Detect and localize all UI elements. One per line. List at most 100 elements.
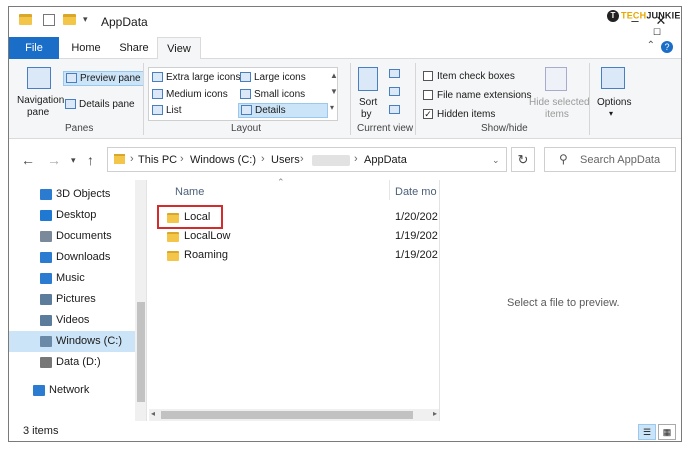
column-header-date[interactable]: Date mo [395,186,437,198]
details-option[interactable]: Details [238,103,328,118]
nav-item-data-d[interactable]: Data (D:) [9,352,135,373]
nav-item-pictures[interactable]: Pictures [9,289,135,310]
address-bar-row: ← → ▾ ↑ › This PC › Windows (C:) › Users… [9,140,681,180]
close-icon[interactable]: ✕ [651,13,671,29]
redacted-username[interactable] [312,155,350,166]
3d-objects-icon [40,189,52,200]
hidden-items-toggle[interactable]: ✓ Hidden items [423,109,495,120]
size-columns-icon[interactable] [389,105,400,114]
tab-file[interactable]: File [9,37,59,59]
nav-item-label: Downloads [56,251,111,263]
file-date: 1/20/202 [395,211,438,223]
details-pane-button[interactable]: Details pane [65,99,135,110]
gallery-down-icon[interactable]: ▼ [330,87,338,96]
large-icons-option[interactable]: Large icons [240,72,306,83]
scroll-left-icon[interactable]: ◂ [151,409,155,418]
add-columns-icon[interactable] [389,87,400,96]
refresh-icon[interactable]: ↻ [511,147,535,172]
title-bar: ▾ AppData T TECHJUNKIE – ☐ ✕ [9,7,681,37]
back-arrow-icon[interactable]: ← [21,152,35,168]
sort-by-button-line2[interactable]: by [361,109,372,120]
file-name-extensions-toggle[interactable]: File name extensions [423,90,532,101]
hide-selected-items-button[interactable]: Hide selected [529,97,590,108]
folder-icon [19,14,32,25]
item-check-boxes-checkbox[interactable] [423,71,433,82]
nav-item-music[interactable]: Music [9,268,135,289]
scroll-right-icon[interactable]: ▸ [433,409,437,418]
navigation-pane-button[interactable]: Navigation [17,95,64,106]
item-count: 3 items [23,425,59,437]
nav-item-desktop[interactable]: Desktop [9,205,135,226]
highlight-box-local [157,205,223,229]
options-button[interactable]: Options [597,97,631,108]
forward-arrow-icon[interactable]: → [47,152,61,168]
up-arrow-icon[interactable]: ↑ [87,152,94,168]
tab-share[interactable]: Share [113,37,155,59]
properties-icon[interactable] [43,14,55,26]
pictures-icon [40,294,52,305]
extra-large-icons-option[interactable]: Extra large icons [152,72,240,83]
ribbon-view: Navigation pane Preview pane Details pan… [9,59,681,139]
sort-by-button[interactable]: Sort [359,97,377,108]
large-icons-view-toggle-icon[interactable]: ▦ [658,424,676,440]
navigation-pane-icon [27,67,51,89]
nav-item-windows-c[interactable]: Windows (C:) [9,331,135,352]
separator [350,63,351,135]
options-dropdown-icon[interactable]: ▾ [609,109,613,118]
address-dropdown-icon[interactable]: ⌄ [492,155,500,166]
table-row[interactable]: LocalLow 1/19/202 [159,227,439,246]
column-header-name[interactable]: Name [175,186,204,198]
nav-item-documents[interactable]: Documents [9,226,135,247]
customize-quick-access-icon[interactable]: ▾ [83,14,97,28]
nav-scrollbar[interactable] [135,180,146,421]
nav-item-downloads[interactable]: Downloads [9,247,135,268]
details-view-icon [241,105,252,116]
item-check-boxes-toggle[interactable]: Item check boxes [423,71,515,82]
hide-selected-items-button-line2[interactable]: items [545,109,569,120]
gallery-more-icon[interactable]: ▾ [330,103,334,112]
column-divider[interactable] [389,180,390,200]
search-box[interactable]: ⚲ Search AppData [544,147,676,172]
gallery-up-icon[interactable]: ▲ [330,71,338,80]
collapse-ribbon-icon[interactable]: ⌃ [647,40,655,51]
nav-item-label: Desktop [56,209,97,221]
hidden-items-checkbox[interactable]: ✓ [423,109,433,120]
crumb-separator: › [300,153,304,165]
group-label-current-view: Current view [357,123,414,134]
nav-item-videos[interactable]: Videos [9,310,135,331]
address-bar[interactable]: › This PC › Windows (C:) › Users › › App… [107,147,507,172]
nav-scrollbar-thumb[interactable] [137,302,145,402]
horizontal-scrollbar[interactable]: ◂ ▸ [149,409,439,421]
tab-home[interactable]: Home [61,37,111,59]
details-view-toggle-icon[interactable]: ☰ [638,424,656,440]
nav-item-network[interactable]: Network [9,380,135,401]
minimize-icon[interactable]: – [625,13,645,28]
documents-icon [40,231,52,242]
recent-locations-icon[interactable]: ▾ [71,155,76,166]
help-icon[interactable]: ? [661,41,673,53]
search-icon: ⚲ [559,152,568,166]
small-icons-option[interactable]: Small icons [240,89,305,100]
options-icon [601,67,625,89]
preview-pane-icon [66,73,77,84]
sort-by-icon [358,67,378,91]
group-by-icon[interactable] [389,69,400,78]
breadcrumb-windows-c[interactable]: Windows (C:) [190,154,256,166]
breadcrumb-this-pc[interactable]: This PC [138,154,177,166]
preview-pane-button[interactable]: Preview pane [63,71,144,86]
folder-icon [167,251,179,261]
small-icons-icon [240,89,251,100]
search-input[interactable]: Search AppData [580,154,660,166]
medium-icons-option[interactable]: Medium icons [152,89,228,100]
new-folder-icon[interactable] [63,14,76,25]
horizontal-scrollbar-thumb[interactable] [161,411,413,419]
tab-view[interactable]: View [157,37,201,60]
list-option[interactable]: List [152,105,182,116]
file-name-extensions-checkbox[interactable] [423,90,433,101]
navigation-pane-button-line2[interactable]: pane [27,107,49,118]
ribbon-tabs: File Home Share View [9,37,681,60]
table-row[interactable]: Roaming 1/19/202 [159,246,439,265]
breadcrumb-appdata[interactable]: AppData [364,154,407,166]
breadcrumb-users[interactable]: Users [271,154,300,166]
nav-item-3d-objects[interactable]: 3D Objects [9,184,135,205]
